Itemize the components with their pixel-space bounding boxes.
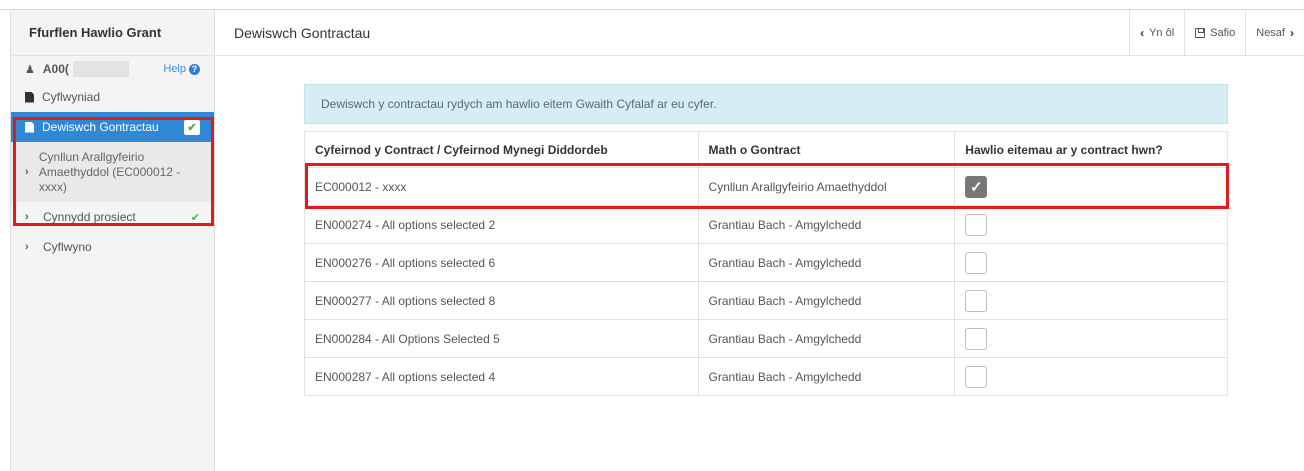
save-button[interactable]: Safio [1184, 10, 1245, 55]
question-circle-icon: ? [189, 63, 200, 75]
page-title: Dewiswch Gontractau [234, 24, 371, 41]
user-icon: ♟ [25, 63, 35, 76]
info-banner: Dewiswch y contractau rydych am hawlio e… [304, 84, 1228, 124]
user-row: ♟ A00( Help ? [11, 56, 214, 82]
contract-type: Grantiau Bach - Amgylchedd [697, 205, 956, 244]
toolbar: ‹ Yn ôl Safio Nesaf › [1129, 10, 1304, 55]
contract-type: Grantiau Bach - Amgylchedd [697, 243, 956, 282]
claim-cell [954, 357, 1228, 396]
claim-cell [954, 281, 1228, 320]
column-header-reference: Cyfeirnod y Contract / Cyfeirnod Mynegi … [304, 131, 699, 168]
save-label: Safio [1210, 26, 1236, 39]
back-label: Yn ôl [1149, 26, 1175, 39]
chevron-right-icon: › [25, 241, 29, 253]
chevron-right-icon: › [25, 166, 29, 178]
table-row: EN000274 - All options selected 2 Granti… [304, 205, 1228, 244]
user-id: A00( [42, 62, 69, 76]
column-header-type: Math o Gontract [697, 131, 956, 168]
document-icon [25, 91, 34, 103]
sidebar-item-label: Cynllun Arallgyfeirio Amaethyddol (EC000… [38, 149, 181, 194]
document-icon [25, 121, 34, 133]
sidebar-item-cyflwyniad[interactable]: Cyflwyniad [11, 82, 214, 112]
contract-type: Grantiau Bach - Amgylchedd [697, 319, 956, 358]
check-icon: ✔ [184, 119, 200, 135]
sidebar: Ffurflen Hawlio Grant ♟ A00( Help ? Cyfl… [10, 10, 215, 471]
claim-cell: ✓ [954, 167, 1228, 206]
contracts-table: Cyfeirnod y Contract / Cyfeirnod Mynegi … [304, 131, 1228, 396]
claim-checkbox[interactable] [965, 289, 988, 312]
sidebar-item-cynllun-arallgyfeirio[interactable]: › Cynllun Arallgyfeirio Amaethyddol (EC0… [11, 142, 214, 202]
contract-type: Cynllun Arallgyfeirio Amaethyddol [697, 167, 956, 206]
chevron-right-icon: › [1290, 25, 1294, 40]
table-header-row: Cyfeirnod y Contract / Cyfeirnod Mynegi … [304, 131, 1228, 168]
table-row: EN000287 - All options selected 4 Granti… [304, 357, 1228, 396]
floppy-disk-icon [1195, 27, 1206, 38]
sidebar-item-label: Cynnydd prosiect [43, 210, 136, 224]
claim-checkbox[interactable] [965, 213, 988, 236]
app-root: Ffurflen Hawlio Grant ♟ A00( Help ? Cyfl… [0, 0, 1304, 471]
main-content: Dewiswch Gontractau ‹ Yn ôl Safio Nesaf … [216, 10, 1304, 471]
chevron-right-icon: › [25, 211, 29, 223]
sidebar-item-dewiswch-gontractau[interactable]: Dewiswch Gontractau ✔ [11, 112, 214, 142]
contract-reference: EN000277 - All options selected 8 [304, 281, 699, 320]
claim-cell [954, 319, 1228, 358]
redacted-block [72, 61, 129, 77]
claim-cell [954, 243, 1228, 282]
help-link[interactable]: Help ? [163, 63, 200, 75]
claim-checkbox[interactable] [965, 251, 988, 274]
claim-cell [954, 205, 1228, 244]
sidebar-item-label: Cyflwyno [43, 240, 92, 254]
sidebar-item-cyflwyno[interactable]: › Cyflwyno [11, 232, 214, 262]
column-header-claim: Hawlio eitemau ar y contract hwn? [954, 131, 1228, 168]
contract-reference: EC000012 - xxxx [304, 167, 699, 206]
sidebar-item-cynnydd-prosiect[interactable]: › Cynnydd prosiect ✔ [11, 202, 214, 232]
claim-checkbox[interactable]: ✓ [965, 175, 988, 198]
next-label: Nesaf [1256, 26, 1285, 39]
table-row: EN000284 - All Options Selected 5 Granti… [304, 319, 1228, 358]
contract-reference: EN000287 - All options selected 4 [304, 357, 699, 396]
top-bar [0, 0, 1304, 10]
sidebar-item-label: Dewiswch Gontractau [42, 120, 159, 134]
contract-reference: EN000276 - All options selected 6 [304, 243, 699, 282]
table-row: EN000277 - All options selected 8 Granti… [304, 281, 1228, 320]
contract-type: Grantiau Bach - Amgylchedd [697, 281, 956, 320]
next-button[interactable]: Nesaf › [1245, 10, 1304, 55]
check-icon: ✔ [190, 211, 200, 224]
table-row: EC000012 - xxxx Cynllun Arallgyfeirio Am… [304, 167, 1228, 206]
contract-reference: EN000274 - All options selected 2 [304, 205, 699, 244]
chevron-left-icon: ‹ [1140, 25, 1145, 40]
table-row: EN000276 - All options selected 6 Granti… [304, 243, 1228, 282]
contract-type: Grantiau Bach - Amgylchedd [697, 357, 956, 396]
help-label: Help [163, 63, 186, 75]
main-header: Dewiswch Gontractau ‹ Yn ôl Safio Nesaf … [216, 10, 1304, 56]
claim-checkbox[interactable] [965, 365, 988, 388]
claim-checkbox[interactable] [965, 327, 988, 350]
back-button[interactable]: ‹ Yn ôl [1129, 10, 1184, 55]
sidebar-item-label: Cyflwyniad [42, 90, 101, 104]
contract-reference: EN000284 - All Options Selected 5 [304, 319, 699, 358]
sidebar-title: Ffurflen Hawlio Grant [11, 10, 214, 56]
